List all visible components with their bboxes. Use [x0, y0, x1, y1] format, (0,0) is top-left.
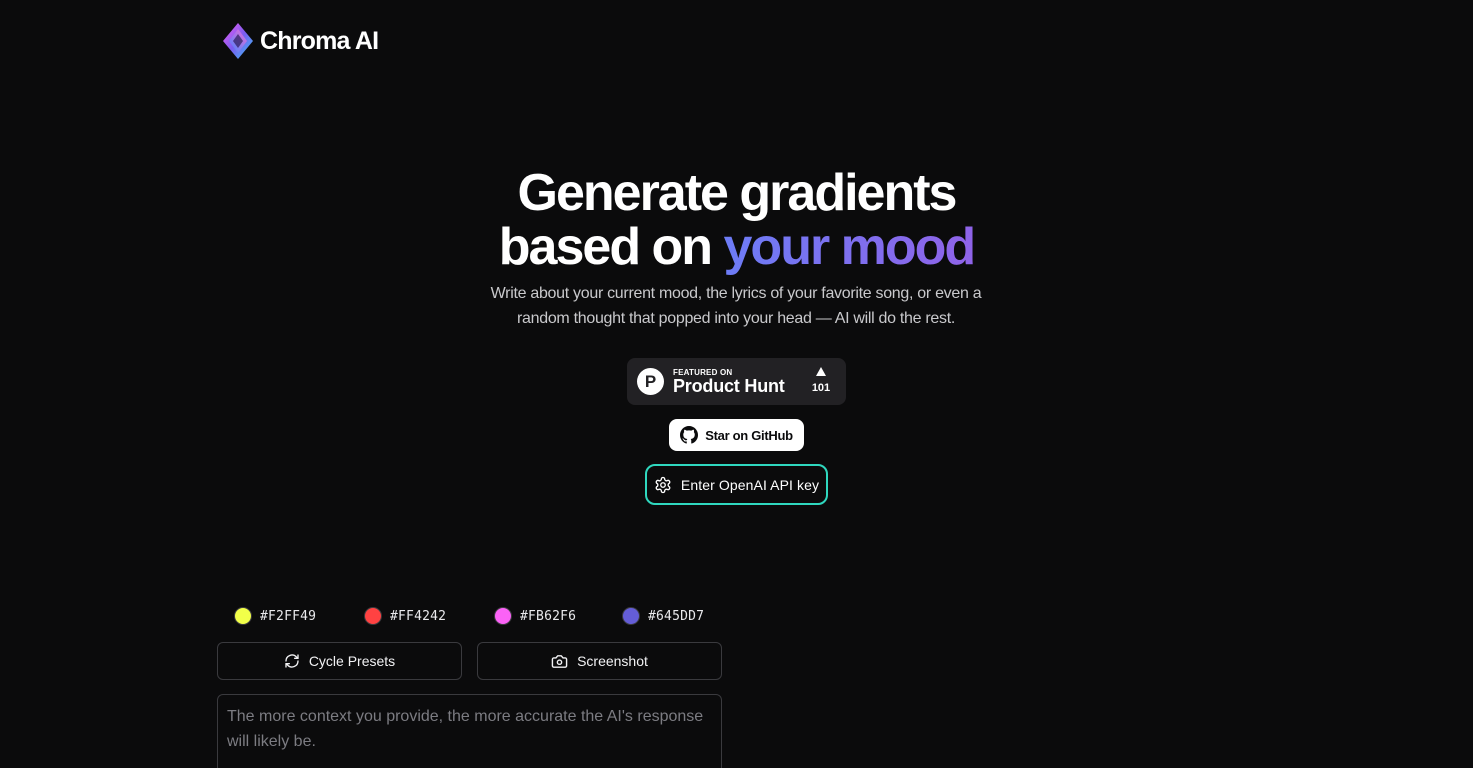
upvote-arrow-icon — [816, 367, 826, 376]
color-chip-3[interactable]: #FB62F6 — [494, 607, 576, 625]
hero-title-line2-prefix: based on — [498, 218, 724, 276]
mood-input[interactable] — [217, 694, 722, 768]
page: Chroma AI Generate gradients based on yo… — [0, 0, 1473, 768]
color-swatch — [494, 607, 512, 625]
gear-icon — [655, 476, 671, 493]
enter-api-key-label: Enter OpenAI API key — [680, 476, 820, 493]
color-hex-label: #645DD7 — [648, 608, 705, 624]
color-chip-2[interactable]: #FF4242 — [364, 607, 446, 625]
color-swatch — [234, 607, 252, 625]
star-on-github-button[interactable]: Star on GitHub — [669, 419, 804, 451]
enter-api-key-button[interactable]: Enter OpenAI API key — [645, 464, 828, 505]
hero-title: Generate gradients based on your mood — [0, 166, 1473, 274]
color-chip-1[interactable]: #F2FF49 — [234, 607, 316, 625]
hero-title-line1: Generate gradients — [517, 164, 958, 222]
star-on-github-label: Star on GitHub — [705, 427, 793, 443]
diamond-gradient-icon — [223, 23, 253, 59]
color-chip-4[interactable]: #645DD7 — [622, 607, 704, 625]
color-hex-label: #FB62F6 — [520, 608, 577, 624]
screenshot-button[interactable]: Screenshot — [477, 642, 722, 680]
product-hunt-icon: P — [637, 368, 664, 395]
product-hunt-upvote-count: 101 — [811, 382, 831, 394]
color-hex-label: #F2FF49 — [260, 608, 317, 624]
camera-icon — [551, 654, 568, 668]
hero-title-accent: your mood — [723, 218, 977, 276]
brand-name: Chroma AI — [260, 26, 379, 55]
color-swatch — [622, 607, 640, 625]
screenshot-label: Screenshot — [577, 653, 648, 669]
color-swatch — [364, 607, 382, 625]
color-hex-label: #FF4242 — [390, 608, 447, 624]
refresh-icon — [285, 654, 299, 668]
hero-subtitle: Write about your current mood, the lyric… — [490, 285, 982, 327]
cycle-presets-label: Cycle Presets — [308, 653, 396, 669]
github-icon — [680, 426, 699, 444]
product-hunt-name: Product Hunt — [673, 376, 785, 396]
cycle-presets-button[interactable]: Cycle Presets — [217, 642, 462, 680]
brand-logo[interactable]: Chroma AI — [222, 22, 379, 60]
